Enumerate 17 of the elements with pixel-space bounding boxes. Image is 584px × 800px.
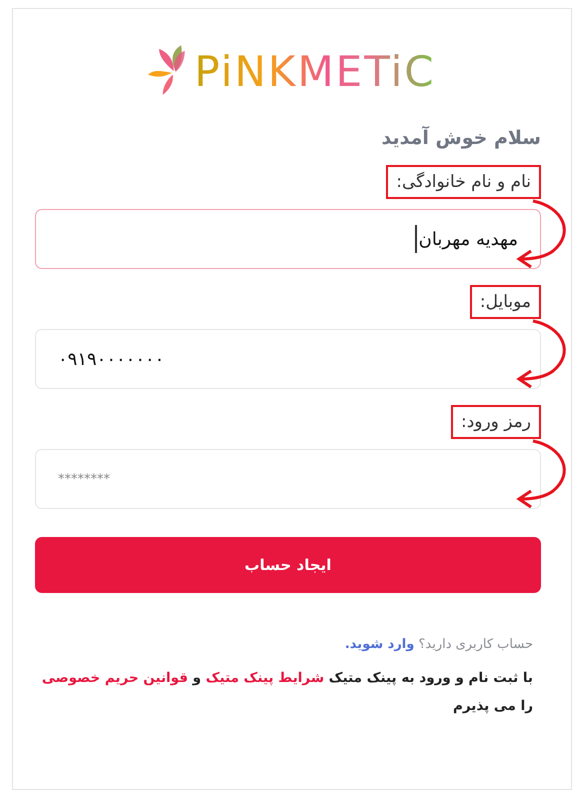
input-field[interactable]: ۰۹۱۹۰۰۰۰۰۰۰ (35, 329, 541, 389)
terms-link[interactable]: شرایط پینک متیک (206, 670, 324, 686)
field-label: موبایل: (470, 285, 541, 319)
field-value: ۰۹۱۹۰۰۰۰۰۰۰ (58, 348, 164, 370)
login-link[interactable]: وارد شوید. (344, 637, 414, 652)
welcome-heading: سلام خوش آمدید (380, 127, 541, 149)
terms-text: با ثبت نام و ورود به پینک متیک شرایط پینک متیک و قوانین حریم خصوصی را می پذیرم (40, 669, 534, 716)
field-label: رمز ورود: (450, 405, 541, 439)
terms-link[interactable]: قوانین حریم خصوصی (42, 670, 188, 686)
login-prompt: حساب کاربری دارید؟ وارد شوید. (344, 637, 534, 652)
field-label: نام و نام خانوادگی: (386, 165, 541, 199)
create-account-button[interactable]: ایجاد حساب (35, 537, 541, 593)
input-field[interactable]: ******** (35, 449, 541, 509)
input-field[interactable]: مهدیه مهربان (35, 209, 541, 269)
text-caret (414, 225, 417, 253)
field-placeholder: ******** (58, 472, 110, 486)
field-value: مهدیه مهربان (418, 228, 518, 250)
